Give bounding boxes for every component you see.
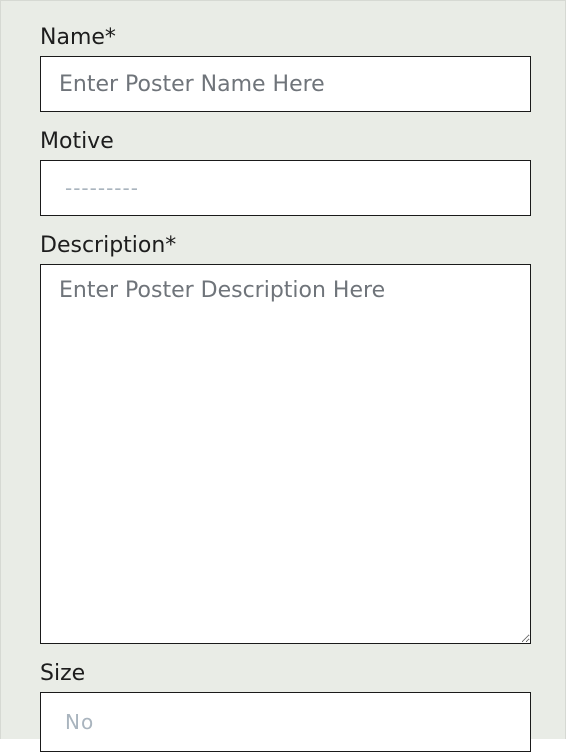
size-selected-value: No	[65, 710, 95, 734]
name-label: Name*	[40, 25, 116, 50]
motive-select[interactable]: ---------	[40, 160, 531, 216]
size-select[interactable]: No	[40, 692, 531, 752]
motive-selected-value: ---------	[65, 176, 139, 200]
name-input[interactable]	[40, 56, 531, 112]
description-textarea[interactable]	[40, 264, 531, 644]
motive-label: Motive	[40, 129, 114, 154]
size-label: Size	[40, 661, 86, 686]
poster-form-panel: Name* Motive --------- Description* Size…	[0, 0, 566, 752]
description-label: Description*	[40, 233, 177, 258]
